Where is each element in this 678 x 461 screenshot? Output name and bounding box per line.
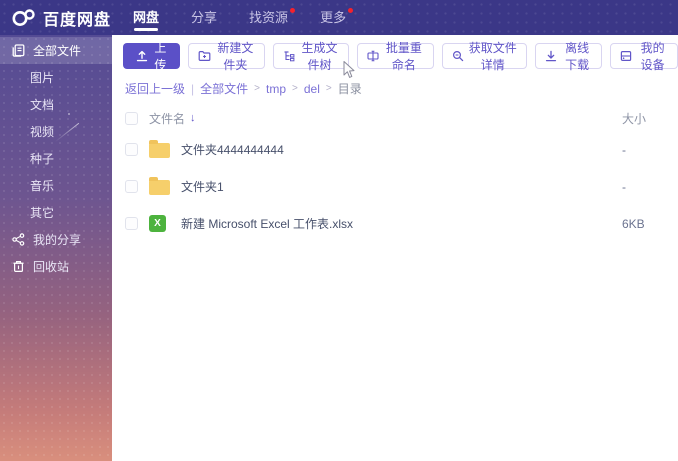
top-navbar: 百度网盘 网盘 分享 找资源 更多 xyxy=(0,0,678,35)
my-devices-button[interactable]: 我的设备 xyxy=(610,41,678,72)
file-details-icon xyxy=(452,50,464,62)
sidebar-item-recycle-bin[interactable]: 回收站 xyxy=(0,253,112,280)
row-checkbox[interactable] xyxy=(125,217,138,230)
row-checkbox[interactable] xyxy=(125,180,138,193)
breadcrumb-item-tmp[interactable]: tmp xyxy=(266,82,286,96)
breadcrumb-back-link[interactable]: 返回上一级 xyxy=(125,80,185,97)
row-checkbox[interactable] xyxy=(125,143,138,156)
select-all-checkbox[interactable] xyxy=(125,112,138,125)
file-size: - xyxy=(622,179,626,194)
folder-icon xyxy=(149,140,170,158)
breadcrumb-item-current: 目录 xyxy=(337,82,362,96)
my-devices-icon xyxy=(620,50,632,62)
table-row-folder-2[interactable]: 文件夹1 - xyxy=(112,172,678,201)
main-content: 上传 新建文件夹 生成文件树 批量重命名 获取文件详情 离线下载 我的设备 返回… xyxy=(112,35,678,461)
notification-badge-dot xyxy=(348,8,354,13)
tab-netdisk[interactable]: 网盘 xyxy=(133,0,159,35)
notification-badge-dot xyxy=(290,8,296,13)
batch-rename-button[interactable]: 批量重命名 xyxy=(357,41,434,72)
nav-tabs: 网盘 分享 找资源 更多 xyxy=(133,0,354,35)
baidu-netdisk-cloud-icon xyxy=(12,9,36,26)
app-logo[interactable]: 百度网盘 xyxy=(0,6,111,30)
trash-icon xyxy=(11,260,25,274)
column-header-filename[interactable]: 文件名 xyxy=(149,110,185,127)
file-size: 6KB xyxy=(622,216,645,231)
get-file-details-button[interactable]: 获取文件详情 xyxy=(441,41,527,72)
breadcrumb: 返回上一级 | 全部文件 > tmp > del > 目录 xyxy=(112,69,678,97)
breadcrumb-item-del[interactable]: del xyxy=(304,82,320,96)
column-header-size[interactable]: 大小 xyxy=(622,110,678,127)
breadcrumb-separator: > xyxy=(254,83,260,94)
upload-icon xyxy=(136,50,148,62)
tab-share[interactable]: 分享 xyxy=(191,0,217,35)
file-size: - xyxy=(622,142,626,157)
sidebar-item-my-shares[interactable]: 我的分享 xyxy=(0,226,112,253)
sidebar-item-documents[interactable]: 文档 xyxy=(0,91,112,118)
generate-file-tree-button[interactable]: 生成文件树 xyxy=(272,41,350,72)
sidebar-item-pictures[interactable]: 图片 xyxy=(0,64,112,91)
sidebar-item-others[interactable]: 其它 xyxy=(0,199,112,226)
sidebar-item-videos[interactable]: 视频 xyxy=(0,118,112,145)
sidebar-item-torrents[interactable]: 种子 xyxy=(0,145,112,172)
new-folder-icon xyxy=(198,50,211,62)
folder-icon xyxy=(149,177,170,195)
file-table-header: 文件名 ↓ 大小 xyxy=(112,97,678,127)
sidebar: 全部文件 图片 文档 视频 种子 音乐 其它 我的分享 回收站 xyxy=(0,35,112,461)
table-row-excel-file[interactable]: X 新建 Microsoft Excel 工作表.xlsx 6KB xyxy=(112,209,678,238)
file-tree-icon xyxy=(283,50,295,62)
all-files-icon xyxy=(11,44,25,58)
file-name[interactable]: 文件夹1 xyxy=(181,178,622,195)
upload-button[interactable]: 上传 xyxy=(123,41,180,72)
sidebar-item-music[interactable]: 音乐 xyxy=(0,172,112,199)
breadcrumb-divider: | xyxy=(191,81,195,96)
tab-more[interactable]: 更多 xyxy=(320,0,354,35)
file-name[interactable]: 新建 Microsoft Excel 工作表.xlsx xyxy=(181,215,622,232)
toolbar: 上传 新建文件夹 生成文件树 批量重命名 获取文件详情 离线下载 我的设备 xyxy=(112,35,678,72)
file-name[interactable]: 文件夹4444444444 xyxy=(181,141,622,158)
table-row-folder-1[interactable]: 文件夹4444444444 - xyxy=(112,135,678,164)
new-folder-button[interactable]: 新建文件夹 xyxy=(187,41,265,72)
tab-find-resources[interactable]: 找资源 xyxy=(249,0,296,35)
offline-download-icon xyxy=(545,50,557,62)
sort-desc-icon[interactable]: ↓ xyxy=(190,113,196,124)
breadcrumb-item-all-files[interactable]: 全部文件 xyxy=(200,80,248,97)
sidebar-item-all-files[interactable]: 全部文件 xyxy=(0,37,112,64)
app-title: 百度网盘 xyxy=(43,11,112,29)
share-icon xyxy=(11,233,25,247)
breadcrumb-separator: > xyxy=(292,83,298,94)
offline-download-button[interactable]: 离线下载 xyxy=(534,41,603,72)
batch-rename-icon xyxy=(367,50,379,62)
breadcrumb-separator: > xyxy=(325,83,332,94)
excel-file-icon: X xyxy=(149,215,166,232)
